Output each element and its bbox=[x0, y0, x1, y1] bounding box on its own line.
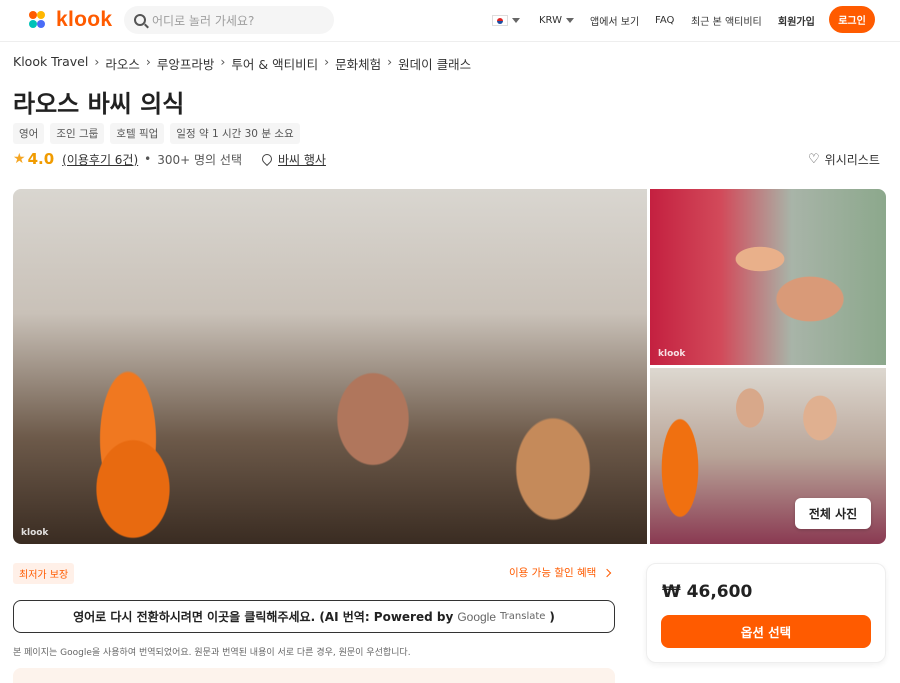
nav-signup-label: 회원가입 bbox=[778, 16, 815, 28]
chevron-right-icon bbox=[603, 568, 612, 577]
close-paren: ) bbox=[549, 609, 555, 624]
booked-count: 300+ 명의 선택 bbox=[157, 152, 242, 167]
search-icon bbox=[134, 14, 146, 26]
nav-recent[interactable]: 최근 본 액티비티 bbox=[691, 0, 762, 40]
translation-notice: 본 페이지는 Google을 사용하여 번역되었어요. 원문과 번역된 내용이 … bbox=[13, 648, 411, 658]
lowest-price-badge: 최저가 보장 bbox=[13, 563, 75, 584]
currency-selector[interactable]: KRW bbox=[539, 0, 574, 40]
discount-link[interactable]: 이용 가능 할인 혜택 bbox=[509, 565, 612, 580]
promo-box bbox=[13, 668, 615, 683]
reviews-link[interactable]: (이용후기 6건) bbox=[62, 151, 138, 168]
nav-faq-label: FAQ bbox=[655, 14, 675, 26]
chevron-right-icon: › bbox=[145, 54, 151, 69]
breadcrumb-item[interactable]: Klook Travel bbox=[13, 54, 88, 73]
heart-icon: ♡ bbox=[808, 152, 820, 167]
tag-language: 영어 bbox=[13, 123, 45, 144]
activity-tags: 영어 조인 그룹 호텔 픽업 일정 약 1 시간 30 분 소요 bbox=[13, 123, 300, 144]
rating-row: ★ 4.0 (이용후기 6건) • 300+ 명의 선택 바씨 행사 bbox=[13, 150, 326, 168]
select-option-button[interactable]: 옵션 선택 bbox=[661, 615, 871, 648]
all-photos-button[interactable]: 전체 사진 bbox=[795, 498, 871, 529]
main-photo[interactable]: klook bbox=[13, 189, 647, 544]
search-bar[interactable]: 어디로 놀러 가세요? bbox=[124, 6, 334, 34]
translate-text: 영어로 다시 전환하시려면 이곳을 클릭해주세요. (AI 번역: Powere… bbox=[73, 610, 454, 624]
klook-logo-icon bbox=[29, 11, 45, 28]
nav-faq[interactable]: FAQ bbox=[655, 0, 674, 40]
chevron-down-icon bbox=[512, 17, 520, 23]
klook-logo[interactable]: klook bbox=[24, 7, 112, 33]
tag-pickup: 호텔 픽업 bbox=[110, 123, 165, 144]
breadcrumb-item[interactable]: 원데이 클래스 bbox=[398, 54, 471, 73]
breadcrumb-item[interactable]: 투어 & 액티비티 bbox=[231, 54, 318, 73]
nav-app-label: 앱에서 보기 bbox=[590, 16, 640, 28]
top-header: klook 어디로 놀러 가세요? KRW 앱에서 보기 FAQ 최근 본 액티… bbox=[0, 0, 900, 42]
star-icon: ★ bbox=[13, 151, 26, 167]
login-button[interactable]: 로그인 bbox=[829, 6, 875, 33]
breadcrumb: Klook Travel › 라오스 › 루앙프라방 › 투어 & 액티비티 ›… bbox=[13, 54, 471, 73]
breadcrumb-item[interactable]: 루앙프라방 bbox=[157, 54, 215, 73]
logo-text: klook bbox=[56, 8, 113, 31]
korea-flag-icon bbox=[492, 14, 508, 26]
booking-card: ₩ 46,600 옵션 선택 bbox=[646, 563, 886, 663]
bullet: • bbox=[144, 152, 152, 166]
location-link[interactable]: 바씨 행사 bbox=[278, 151, 326, 168]
klook-watermark: klook bbox=[658, 349, 686, 359]
location-pin-icon bbox=[259, 151, 275, 167]
nav-signup[interactable]: 회원가입 bbox=[778, 0, 815, 40]
chevron-right-icon: › bbox=[94, 54, 100, 69]
tag-duration: 일정 약 1 시간 30 분 소요 bbox=[170, 123, 300, 144]
chevron-right-icon: › bbox=[387, 54, 393, 69]
klook-watermark: klook bbox=[21, 528, 49, 538]
tag-group: 조인 그룹 bbox=[50, 123, 105, 144]
photo-bracelet[interactable]: klook bbox=[650, 189, 886, 365]
currency-label: KRW bbox=[539, 14, 562, 26]
nav-recent-label: 최근 본 액티비티 bbox=[691, 16, 762, 28]
wishlist-button[interactable]: ♡ 위시리스트 bbox=[808, 151, 880, 168]
chevron-down-icon bbox=[566, 17, 574, 23]
discount-link-label: 이용 가능 할인 혜택 bbox=[509, 567, 597, 579]
breadcrumb-item[interactable]: 라오스 bbox=[105, 54, 140, 73]
wishlist-label: 위시리스트 bbox=[824, 153, 880, 167]
chevron-right-icon: › bbox=[324, 54, 330, 69]
nav-app[interactable]: 앱에서 보기 bbox=[590, 0, 639, 40]
chevron-right-icon: › bbox=[220, 54, 226, 69]
rating-score: 4.0 bbox=[27, 150, 55, 168]
price: ₩ 46,600 bbox=[662, 582, 753, 602]
search-input[interactable]: 어디로 놀러 가세요? bbox=[152, 12, 254, 29]
google-logo: Google bbox=[457, 609, 497, 624]
translate-toggle-button[interactable]: 영어로 다시 전환하시려면 이곳을 클릭해주세요. (AI 번역: Powere… bbox=[13, 600, 615, 633]
translate-word: Translate bbox=[500, 611, 546, 622]
breadcrumb-item[interactable]: 문화체험 bbox=[335, 54, 381, 73]
language-selector[interactable] bbox=[492, 0, 520, 40]
page-title: 라오스 바씨 의식 bbox=[13, 90, 185, 118]
